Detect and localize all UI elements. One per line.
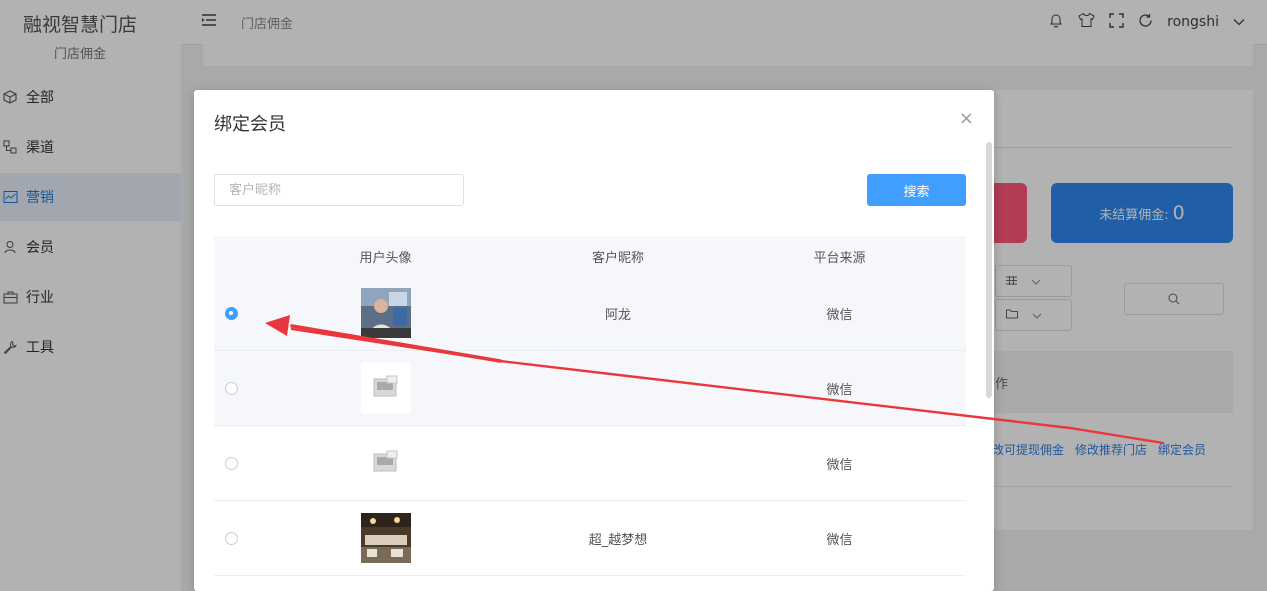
table-row[interactable]: 微信 <box>214 351 966 426</box>
platform-cell: 微信 <box>826 382 853 398</box>
nickname-cell: 超_越梦想 <box>588 532 648 548</box>
platform-cell: 微信 <box>826 307 853 323</box>
avatar <box>360 438 411 488</box>
nickname-search-input[interactable] <box>214 174 464 206</box>
search-button[interactable]: 搜索 <box>867 174 966 206</box>
nickname-cell: 阿龙 <box>604 307 631 323</box>
platform-cell: 微信 <box>826 532 853 548</box>
column-header-nickname: 客户昵称 <box>591 250 644 266</box>
table-row[interactable]: 微信 <box>214 426 966 501</box>
row-radio[interactable] <box>224 456 238 470</box>
table-row[interactable]: 超_越梦想 微信 <box>214 501 966 576</box>
row-radio[interactable] <box>224 381 238 395</box>
member-table: 用户头像 客户昵称 平台来源 阿龙 微信 微信 微信 超_越梦想 微信 <box>214 236 966 576</box>
table-header: 用户头像 客户昵称 平台来源 <box>214 236 966 276</box>
avatar <box>360 363 411 413</box>
row-radio[interactable] <box>224 531 238 545</box>
avatar <box>360 513 411 563</box>
close-icon[interactable]: × <box>959 110 974 128</box>
avatar <box>360 288 411 338</box>
column-header-platform: 平台来源 <box>813 250 866 266</box>
platform-cell: 微信 <box>826 457 853 473</box>
scrollbar[interactable] <box>986 142 992 398</box>
column-header-avatar: 用户头像 <box>359 250 412 266</box>
dialog-title: 绑定会员 <box>214 114 286 135</box>
row-radio[interactable] <box>224 306 238 320</box>
table-row[interactable]: 阿龙 微信 <box>214 276 966 351</box>
bind-member-dialog: 绑定会员 × 搜索 用户头像 客户昵称 平台来源 <box>194 90 994 591</box>
